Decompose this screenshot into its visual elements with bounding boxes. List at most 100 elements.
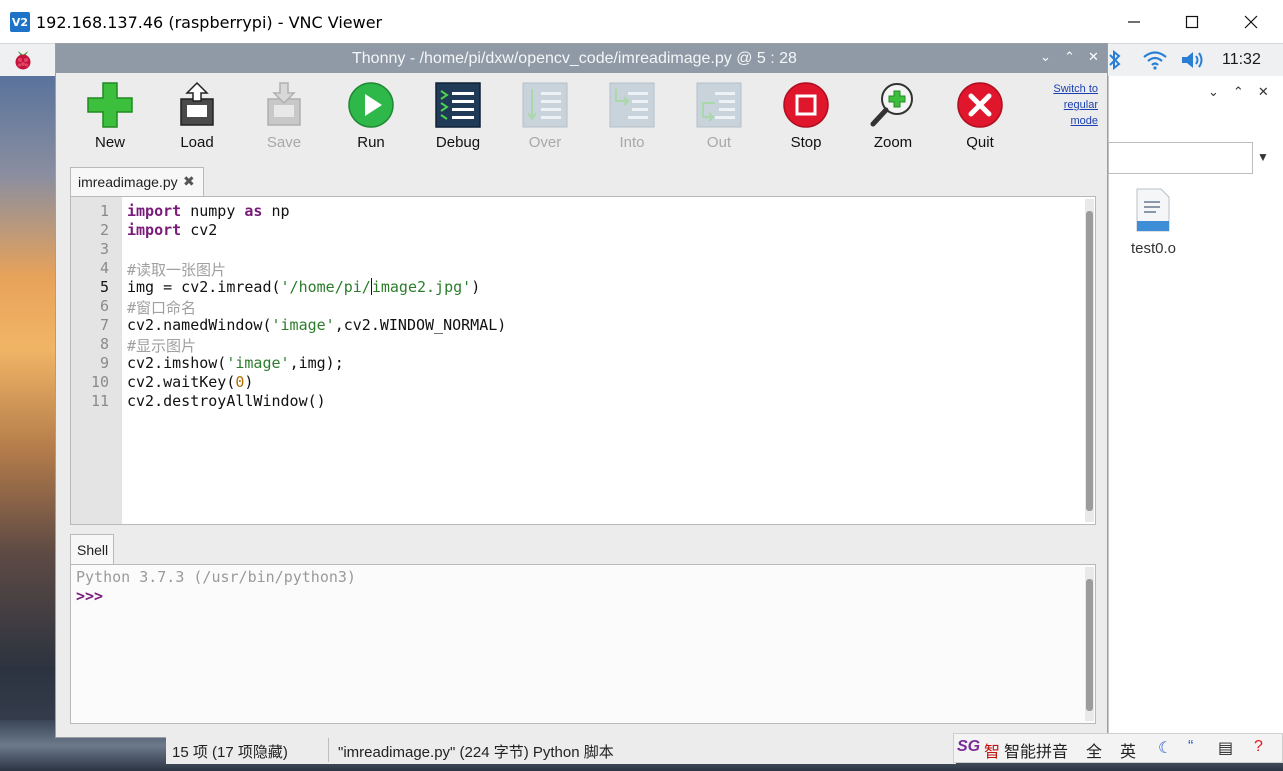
save-button[interactable]: Save <box>244 79 324 159</box>
minimize-icon[interactable]: ⌄ <box>1208 84 1219 100</box>
code-text: cv2.namedWindow( <box>127 316 272 334</box>
item-count: 15 项 (17 项隐藏) <box>172 744 288 761</box>
save-label: Save <box>266 134 302 151</box>
wifi-icon[interactable] <box>1142 50 1168 70</box>
maximize-icon <box>1185 15 1199 29</box>
shell-banner: Python 3.7.3 (/usr/bin/python3) <box>76 568 356 586</box>
line-number-gutter: 1 2 3 4 5 6 7 8 9 10 11 <box>71 197 122 524</box>
string-literal: 'image' <box>226 354 290 372</box>
zoom-button[interactable]: Zoom <box>853 79 933 159</box>
scrollbar-thumb[interactable] <box>1086 211 1093 511</box>
stop-icon <box>783 82 829 128</box>
code-text: ,img); <box>289 354 344 372</box>
editor-scrollbar[interactable] <box>1085 199 1094 522</box>
code-editor[interactable]: 1 2 3 4 5 6 7 8 9 10 11 import numpy as … <box>70 196 1096 525</box>
tab-shell[interactable]: Shell <box>70 534 114 565</box>
code-line: import cv2 <box>127 221 217 239</box>
line-number: 11 <box>90 392 109 410</box>
file-manager-path-input[interactable] <box>1108 142 1253 174</box>
step-into-button[interactable]: Into <box>592 79 672 159</box>
code-line: import numpy as np <box>127 202 290 220</box>
step-over-button[interactable]: Over <box>505 79 585 159</box>
code-text: cv2.waitKey( <box>127 373 236 391</box>
bluetooth-icon[interactable] <box>1108 50 1122 70</box>
file-label[interactable]: test0.o <box>1131 240 1176 257</box>
vnc-titlebar: V2 192.168.137.46 (raspberrypi) - VNC Vi… <box>0 0 1283 44</box>
run-button[interactable]: Run <box>331 79 411 159</box>
debug-icon <box>435 82 481 128</box>
code-comment: #窗口命名 <box>127 299 197 317</box>
close-icon[interactable]: ✕ <box>1088 49 1099 65</box>
code-text: cv2 <box>181 221 218 239</box>
chevron-down-icon[interactable]: ▼ <box>1257 150 1269 164</box>
code-text: ) <box>471 278 481 296</box>
ime-language-toggle[interactable]: 英 <box>1120 738 1136 762</box>
code-text: np <box>262 202 290 220</box>
line-number: 10 <box>90 373 109 391</box>
quit-label: Quit <box>966 134 994 151</box>
keyboard-icon[interactable]: ▤ <box>1218 738 1233 758</box>
ime-logo-icon[interactable]: SG <box>957 738 980 756</box>
string-literal: image2.jpg' <box>371 278 472 296</box>
load-button[interactable]: Load <box>157 79 237 159</box>
keyword: as <box>244 202 263 220</box>
close-icon[interactable]: ✕ <box>1258 84 1269 100</box>
code-line: cv2.namedWindow('image',cv2.WINDOW_NORMA… <box>127 316 506 334</box>
step-out-label: Out <box>706 134 732 151</box>
line-number: 1 <box>99 202 109 220</box>
vnc-logo-icon: V2 <box>10 12 30 32</box>
help-icon[interactable]: ? <box>1254 738 1263 756</box>
step-over-icon <box>522 82 568 128</box>
stop-button[interactable]: Stop <box>766 79 846 159</box>
switch-mode-line: mode <box>1070 115 1098 127</box>
code-comment: #读取一张图片 <box>127 261 227 279</box>
line-number: 3 <box>99 240 109 258</box>
tab-imreadimage-py[interactable]: imreadimage.py ✖ <box>70 167 204 197</box>
ime-fullwidth-toggle[interactable]: 全 <box>1086 738 1102 762</box>
punctuation-icon[interactable]: “ <box>1188 738 1193 756</box>
quit-button[interactable]: Quit <box>940 79 1020 159</box>
moon-icon[interactable]: ☾ <box>1158 738 1172 758</box>
string-literal: 'image' <box>271 316 335 334</box>
scrollbar-thumb[interactable] <box>1086 579 1093 711</box>
raspberry-pi-logo-icon[interactable] <box>12 48 34 72</box>
close-tab-icon[interactable]: ✖ <box>183 173 195 190</box>
new-button[interactable]: New <box>70 79 150 159</box>
maximize-icon[interactable]: ⌃ <box>1064 49 1075 65</box>
file-manager-statusbar: 15 项 (17 项隐藏) "imreadimage.py" (224 字节) … <box>166 736 956 764</box>
volume-icon[interactable] <box>1180 50 1206 70</box>
thonny-titlebar[interactable]: Thonny - /home/pi/dxw/opencv_code/imread… <box>56 44 1107 73</box>
load-label: Load <box>180 134 214 151</box>
code-text: img = cv2.imread( <box>127 278 281 296</box>
line-number: 8 <box>99 335 109 353</box>
debug-button[interactable]: Debug <box>418 79 498 159</box>
code-line: cv2.imshow('image',img); <box>127 354 344 372</box>
shell-scrollbar[interactable] <box>1085 567 1094 721</box>
thonny-title: Thonny - /home/pi/dxw/opencv_code/imread… <box>352 50 797 67</box>
maximize-icon[interactable]: ⌃ <box>1233 84 1244 100</box>
zoom-icon <box>870 83 913 127</box>
step-over-label: Over <box>528 134 562 151</box>
code-text: ) <box>244 373 254 391</box>
step-out-button[interactable]: Out <box>679 79 759 159</box>
file-manager-window <box>1108 76 1283 736</box>
thonny-window: Thonny - /home/pi/dxw/opencv_code/imread… <box>55 43 1108 738</box>
ime-name[interactable]: 智能拼音 <box>1004 738 1068 762</box>
load-icon <box>180 81 214 126</box>
minimize-icon[interactable]: ⌄ <box>1040 49 1051 65</box>
close-button[interactable] <box>1228 6 1274 38</box>
object-file-icon[interactable] <box>1135 187 1171 233</box>
ime-zhi-icon[interactable]: 智 <box>984 738 1000 762</box>
divider <box>328 738 329 762</box>
toolbar: New Load Save Run Debug Over Into Out St… <box>56 73 1107 165</box>
string-literal: '/home/pi/ <box>280 278 371 296</box>
line-number-current: 5 <box>99 278 109 296</box>
clock[interactable]: 11:32 <box>1222 51 1261 69</box>
shell-console[interactable]: Python 3.7.3 (/usr/bin/python3) >>> <box>70 564 1096 724</box>
run-label: Run <box>357 134 385 151</box>
line-number: 7 <box>99 316 109 334</box>
code-comment: #显示图片 <box>127 337 197 355</box>
minimize-button[interactable] <box>1111 6 1157 38</box>
maximize-button[interactable] <box>1169 6 1215 38</box>
switch-to-regular-mode-link[interactable]: Switch to regular mode <box>1032 81 1098 129</box>
